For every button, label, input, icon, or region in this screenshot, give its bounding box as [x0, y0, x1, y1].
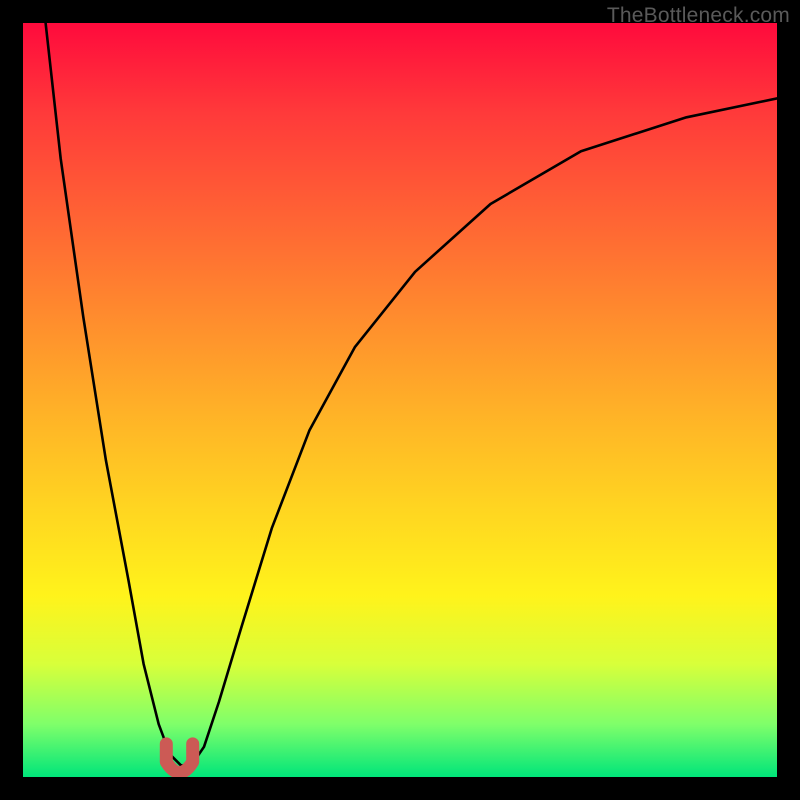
chart-plot-area: [23, 23, 777, 777]
bottleneck-curve-path: [46, 23, 777, 766]
min-marker-path: [166, 744, 192, 773]
watermark-text: TheBottleneck.com: [607, 4, 790, 28]
chart-svg: [23, 23, 777, 777]
